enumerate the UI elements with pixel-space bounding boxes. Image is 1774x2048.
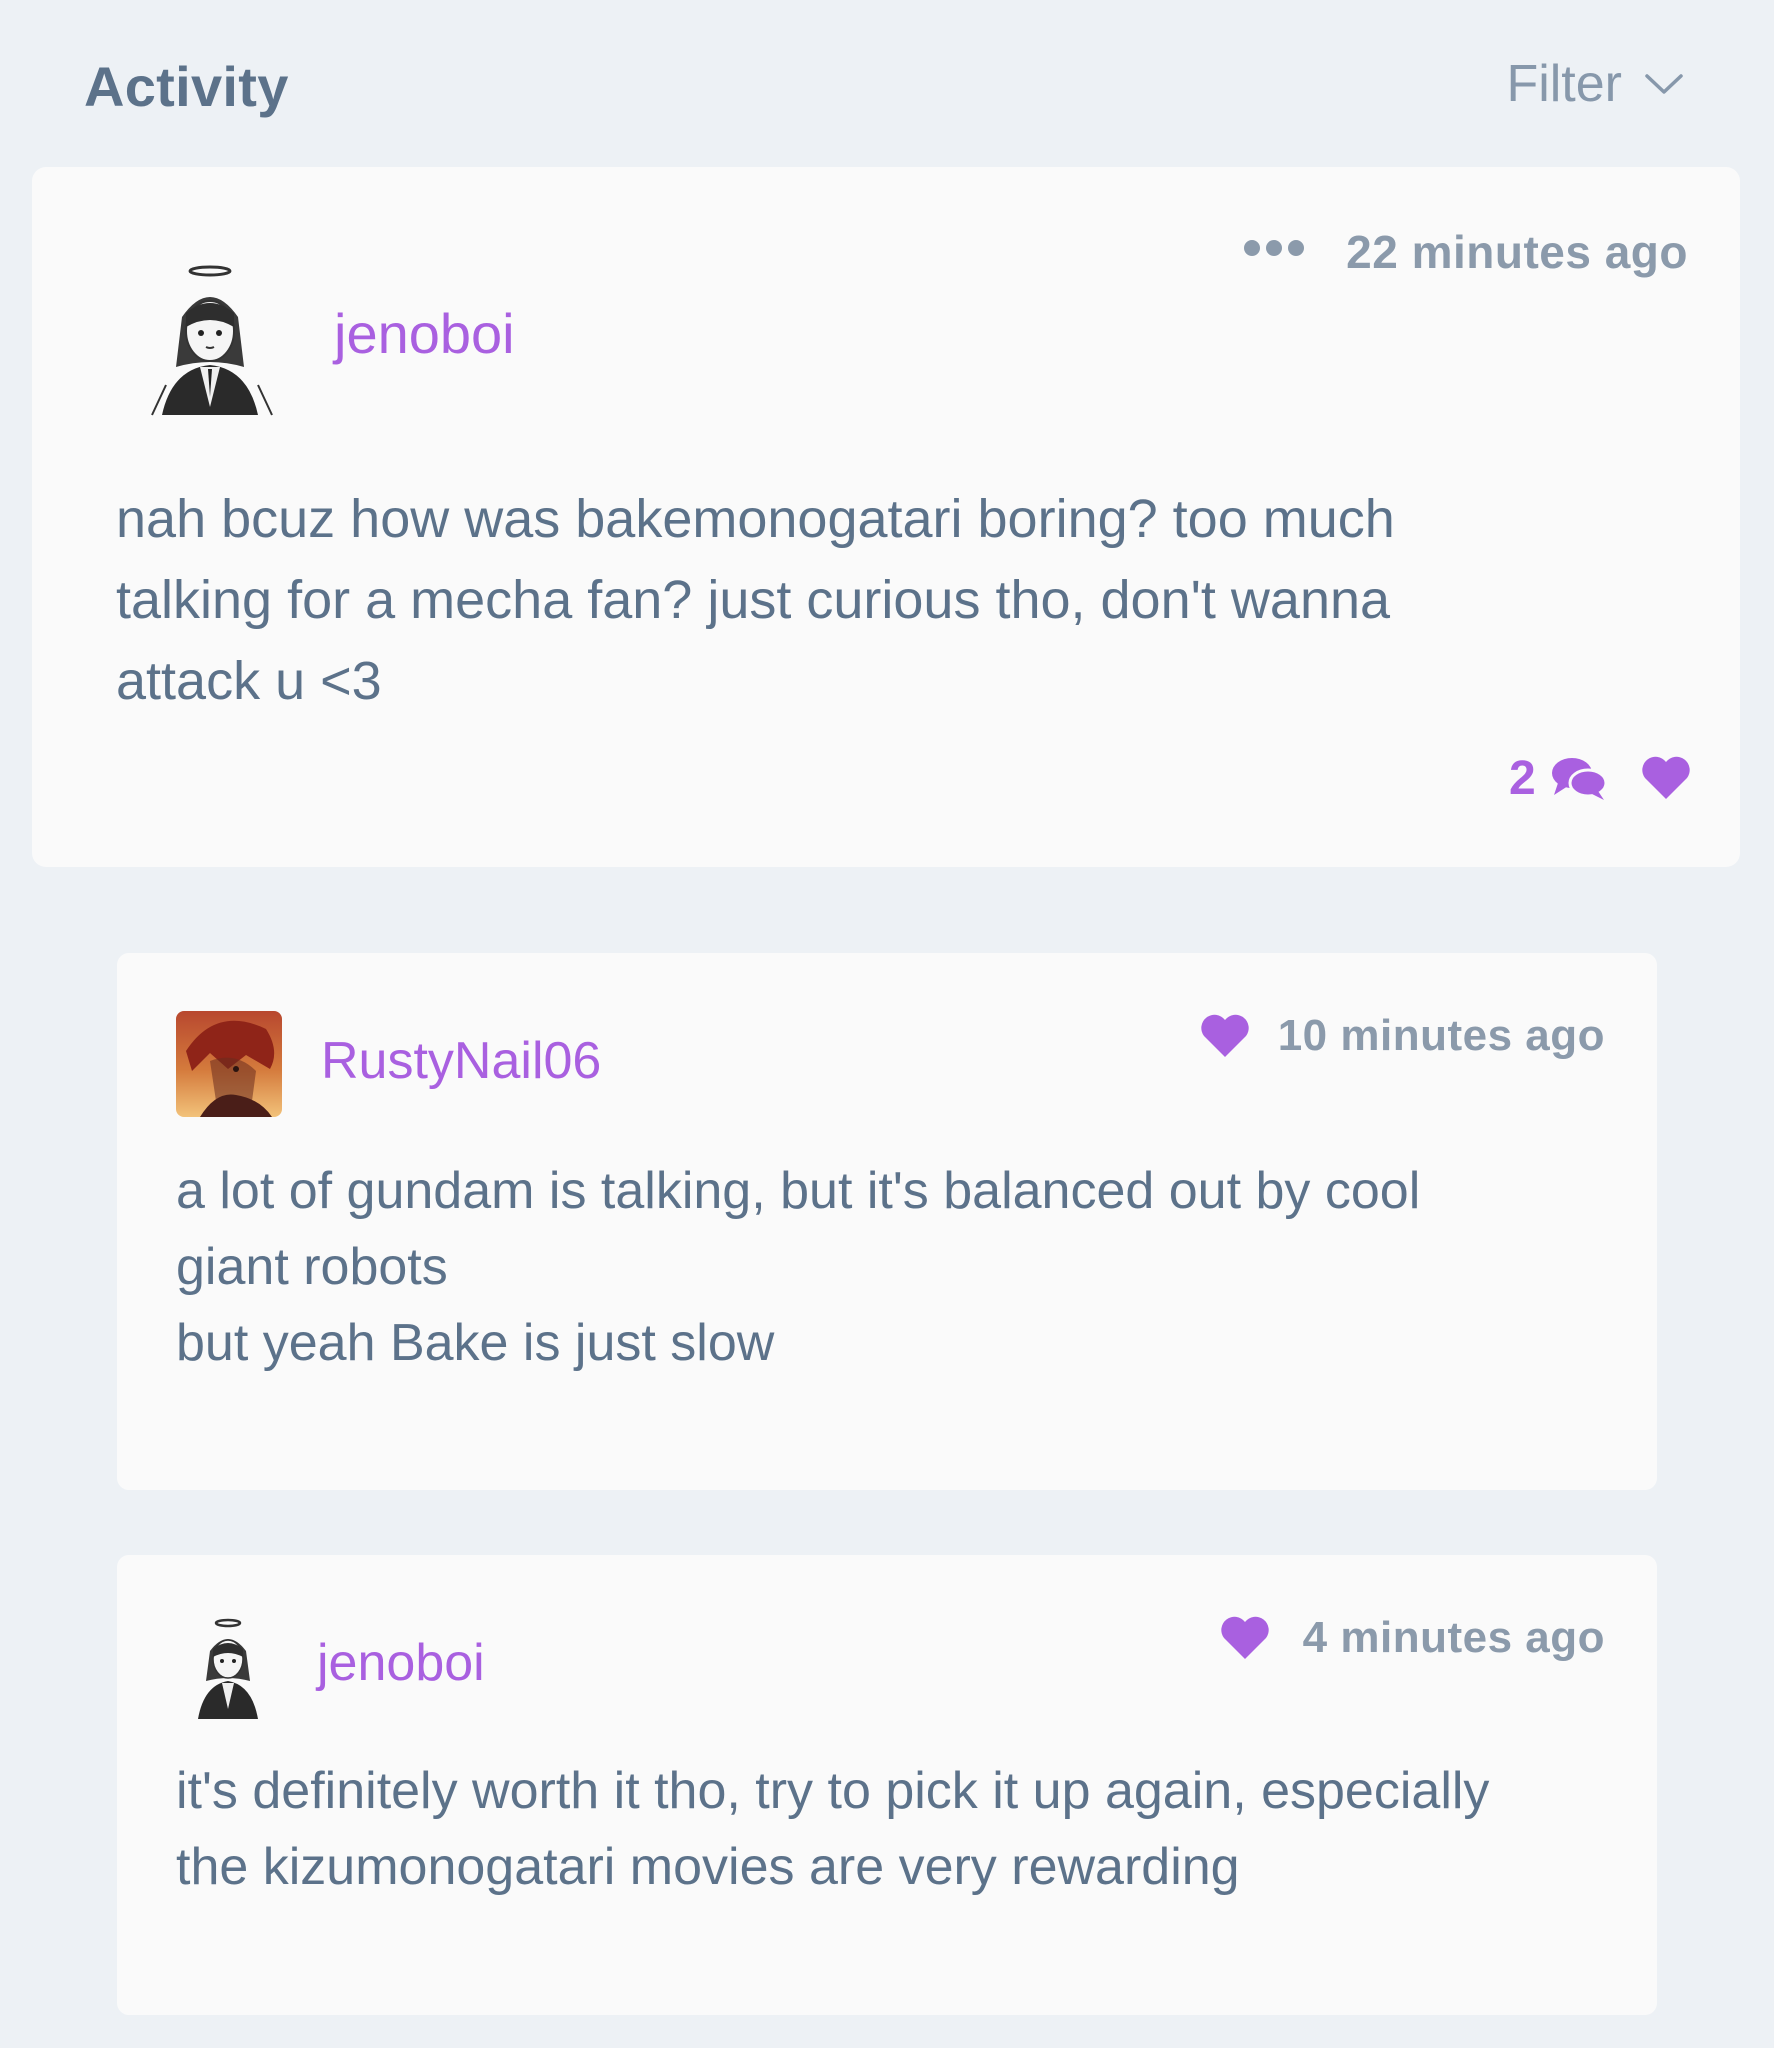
more-icon[interactable] [1242,237,1306,259]
heart-icon[interactable] [1199,1013,1251,1059]
reply-card: RustyNail06 10 minutes ago a lot of gund… [117,953,1657,1490]
reply-count[interactable]: 2 [1509,751,1536,806]
avatar[interactable] [122,257,302,417]
chevron-down-icon [1645,74,1683,94]
heart-icon[interactable] [1219,1615,1271,1661]
page-title: Activity [84,55,289,118]
activity-card: jenoboi 22 minutes ago nah bcuz how was … [32,167,1740,867]
activity-header: Activity Filter [84,50,1684,130]
timestamp: 10 minutes ago [1277,1011,1605,1060]
comment-icon[interactable] [1550,755,1608,801]
username-link[interactable]: RustyNail06 [321,1031,601,1091]
filter-label: Filter [1506,55,1622,113]
activity-text: nah bcuz how was bakemonogatari boring? … [116,489,1395,711]
timestamp[interactable]: 22 minutes ago [1346,225,1688,279]
username-link[interactable]: jenoboi [334,301,515,366]
avatar[interactable] [176,1615,282,1721]
reply-text: a lot of gundam is talking, but it's bal… [176,1162,1421,1372]
heart-icon[interactable] [1640,755,1692,801]
reply-card: jenoboi 4 minutes ago it's definitely wo… [117,1555,1657,2015]
timestamp: 4 minutes ago [1302,1613,1605,1662]
filter-dropdown[interactable]: Filter [1506,54,1684,114]
reply-text: it's definitely worth it tho, try to pic… [176,1762,1490,1896]
username-link[interactable]: jenoboi [317,1633,485,1693]
avatar[interactable] [176,1011,282,1117]
